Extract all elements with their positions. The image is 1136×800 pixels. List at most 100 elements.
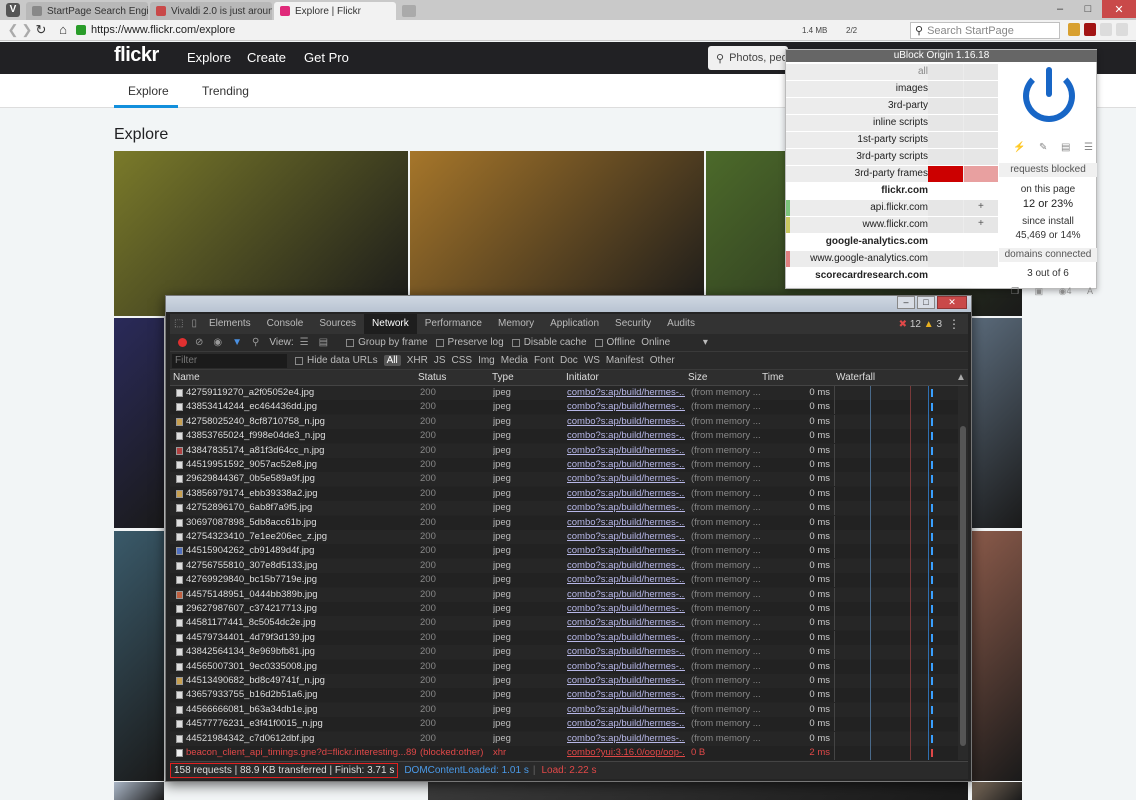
table-row[interactable]: 43853765024_f998e04de3_n.jpg 200 jpeg combo… (170, 429, 958, 444)
ublock-local-cell[interactable] (964, 183, 998, 199)
request-initiator[interactable]: combo?s:ap/build/hermes-... (567, 473, 685, 484)
menu-icon[interactable] (1116, 23, 1128, 36)
ublock-local-cell[interactable] (964, 149, 998, 165)
nav-get-pro[interactable]: Get Pro (304, 50, 349, 65)
request-initiator[interactable]: combo?s:ap/build/hermes-... (567, 387, 685, 398)
ublock-local-cell[interactable] (964, 98, 998, 114)
filter-xhr[interactable]: XHR (407, 355, 428, 366)
ublock-rule-row[interactable]: api.flickr.com + (786, 200, 998, 216)
table-row[interactable]: 42754323410_7e1ee206ec_z.jpg 200 jpeg combo… (170, 530, 958, 544)
table-row[interactable]: 42769929840_bc15b7719e.jpg 200 jpeg combo?s… (170, 573, 958, 588)
preserve-log-checkbox[interactable] (435, 338, 444, 347)
table-row[interactable]: 44513490682_bd8c49741f_n.jpg 200 jpeg combo… (170, 674, 958, 688)
vivaldi-logo-icon[interactable]: V (6, 3, 20, 17)
photo-tile[interactable] (972, 782, 1022, 800)
ublock-global-cell[interactable] (928, 234, 963, 250)
new-tab-button[interactable] (402, 5, 416, 17)
search-icon[interactable]: ⚲ (252, 337, 259, 348)
minimize-icon[interactable]: – (1046, 0, 1074, 18)
home-icon[interactable]: ⌂ (52, 20, 74, 40)
tab-flickr[interactable]: Explore | Flickr (274, 2, 396, 20)
filter-css[interactable]: CSS (452, 355, 473, 366)
filter-doc[interactable]: Doc (560, 355, 578, 366)
font-icon[interactable]: A (1087, 286, 1093, 297)
hide-data-urls-checkbox[interactable] (295, 356, 303, 365)
inspect-icon[interactable]: ⬚ (170, 314, 187, 334)
tab-trending[interactable]: Trending (202, 84, 249, 98)
maximize-icon[interactable]: □ (917, 296, 935, 309)
table-row[interactable]: 42758025240_8cf8710758_n.jpg 200 jpeg combo… (170, 414, 958, 429)
ublock-rule-row[interactable]: inline scripts (786, 115, 998, 131)
request-initiator[interactable]: combo?s:ap/build/hermes-... (567, 603, 685, 614)
table-row[interactable]: 44521984342_c7d0612dbf.jpg 200 jpeg combo?s… (170, 731, 958, 746)
tab-console[interactable]: Console (259, 314, 312, 334)
ublock-rule-row[interactable]: 3rd-party scripts (786, 149, 998, 165)
request-initiator[interactable]: combo?s:ap/build/hermes-... (567, 502, 685, 513)
ublock-global-cell[interactable] (928, 166, 963, 182)
request-initiator[interactable]: combo?s:ap/build/hermes-... (567, 517, 685, 528)
ublock-local-cell[interactable] (964, 234, 998, 250)
ublock-global-cell[interactable] (928, 81, 963, 97)
extension-icon[interactable] (1068, 23, 1080, 36)
table-row[interactable]: 43657933755_b16d2b51a6.jpg 200 jpeg combo?s… (170, 688, 958, 703)
camera-icon[interactable]: ◉ (213, 337, 222, 348)
col-waterfall[interactable]: Waterfall (836, 372, 875, 383)
ublock-global-cell[interactable] (928, 98, 963, 114)
request-initiator[interactable]: combo?s:ap/build/hermes-... (567, 560, 685, 571)
ublock-icon[interactable] (1084, 23, 1096, 36)
ublock-global-cell[interactable] (928, 251, 963, 267)
request-initiator[interactable]: combo?s:ap/build/hermes-... (567, 646, 685, 657)
eye-icon[interactable]: ◉4 (1059, 286, 1072, 297)
url-field[interactable]: https://www.flickr.com/explore 1.4 MB 2/… (76, 22, 906, 38)
filter-input[interactable]: Filter (172, 353, 287, 368)
table-row[interactable]: 44519951592_9057ac52e8.jpg 200 jpeg combo?s… (170, 458, 958, 472)
filter-ws[interactable]: WS (584, 355, 600, 366)
col-status[interactable]: Status (418, 372, 446, 383)
ublock-rule-row[interactable]: images (786, 81, 998, 97)
ublock-rule-row[interactable]: 3rd-party frames (786, 166, 998, 182)
table-row[interactable]: 42752896170_6ab8f7a9f5.jpg 200 jpeg combo?s… (170, 501, 958, 516)
filter-manifest[interactable]: Manifest (606, 355, 644, 366)
tab-explore[interactable]: Explore (128, 84, 169, 98)
filter-icon[interactable]: ▼ (232, 337, 242, 348)
tab-application[interactable]: Application (542, 314, 607, 334)
sort-up-icon[interactable]: ▲ (956, 372, 966, 383)
ublock-rule-row[interactable]: www.flickr.com + (786, 217, 998, 233)
ublock-global-cell[interactable] (928, 149, 963, 165)
filter-other[interactable]: Other (650, 355, 675, 366)
photo-tile[interactable] (410, 151, 704, 316)
ublock-rule-row[interactable]: all (786, 64, 998, 80)
photo-tile[interactable] (114, 151, 408, 316)
request-initiator[interactable]: combo?s:ap/build/hermes-... (567, 430, 685, 441)
overview-icon[interactable]: ▤ (319, 337, 328, 348)
error-warning-counts[interactable]: ✖ 12 ▲ 3 (899, 319, 942, 330)
scrollbar[interactable] (958, 386, 968, 760)
tab-memory[interactable]: Memory (490, 314, 542, 334)
request-initiator[interactable]: combo?s:ap/build/hermes-... (567, 459, 685, 470)
close-icon[interactable]: ✕ (937, 296, 967, 309)
request-initiator[interactable]: combo?s:ap/build/hermes-... (567, 632, 685, 643)
photo-tile[interactable] (972, 531, 1022, 781)
col-time[interactable]: Time (762, 372, 784, 383)
ublock-global-cell[interactable] (928, 132, 963, 148)
request-initiator[interactable]: combo?s:ap/build/hermes-... (567, 733, 685, 744)
minimize-icon[interactable]: – (897, 296, 915, 309)
ublock-local-cell[interactable] (964, 132, 998, 148)
ublock-rule-row[interactable]: www.google-analytics.com (786, 251, 998, 267)
table-row[interactable]: 44577776231_e3f41f0015_n.jpg 200 jpeg combo… (170, 717, 958, 732)
table-row[interactable]: 29627987607_c374217713.jpg 200 jpeg combo?s… (170, 602, 958, 616)
ublock-global-cell[interactable] (928, 115, 963, 131)
request-initiator[interactable]: combo?s:ap/build/hermes-... (567, 704, 685, 715)
table-row[interactable]: 30697087898_5db8acc61b.jpg 200 jpeg combo?s… (170, 515, 958, 530)
photo-tile[interactable] (114, 782, 164, 800)
ublock-local-cell[interactable] (964, 64, 998, 80)
group-by-frame-checkbox[interactable] (346, 338, 355, 347)
request-initiator[interactable]: combo?s:ap/build/hermes-... (567, 488, 685, 499)
tab-vivaldi[interactable]: Vivaldi 2.0 is just around the (150, 2, 272, 20)
film-icon[interactable]: ▣ (1035, 286, 1044, 297)
filter-img[interactable]: Img (478, 355, 495, 366)
ublock-local-cell[interactable] (964, 81, 998, 97)
ublock-global-cell[interactable] (928, 268, 963, 284)
table-row[interactable]: 44565007301_9ec0335008.jpg 200 jpeg combo?s… (170, 659, 958, 674)
ublock-global-cell[interactable] (928, 183, 963, 199)
